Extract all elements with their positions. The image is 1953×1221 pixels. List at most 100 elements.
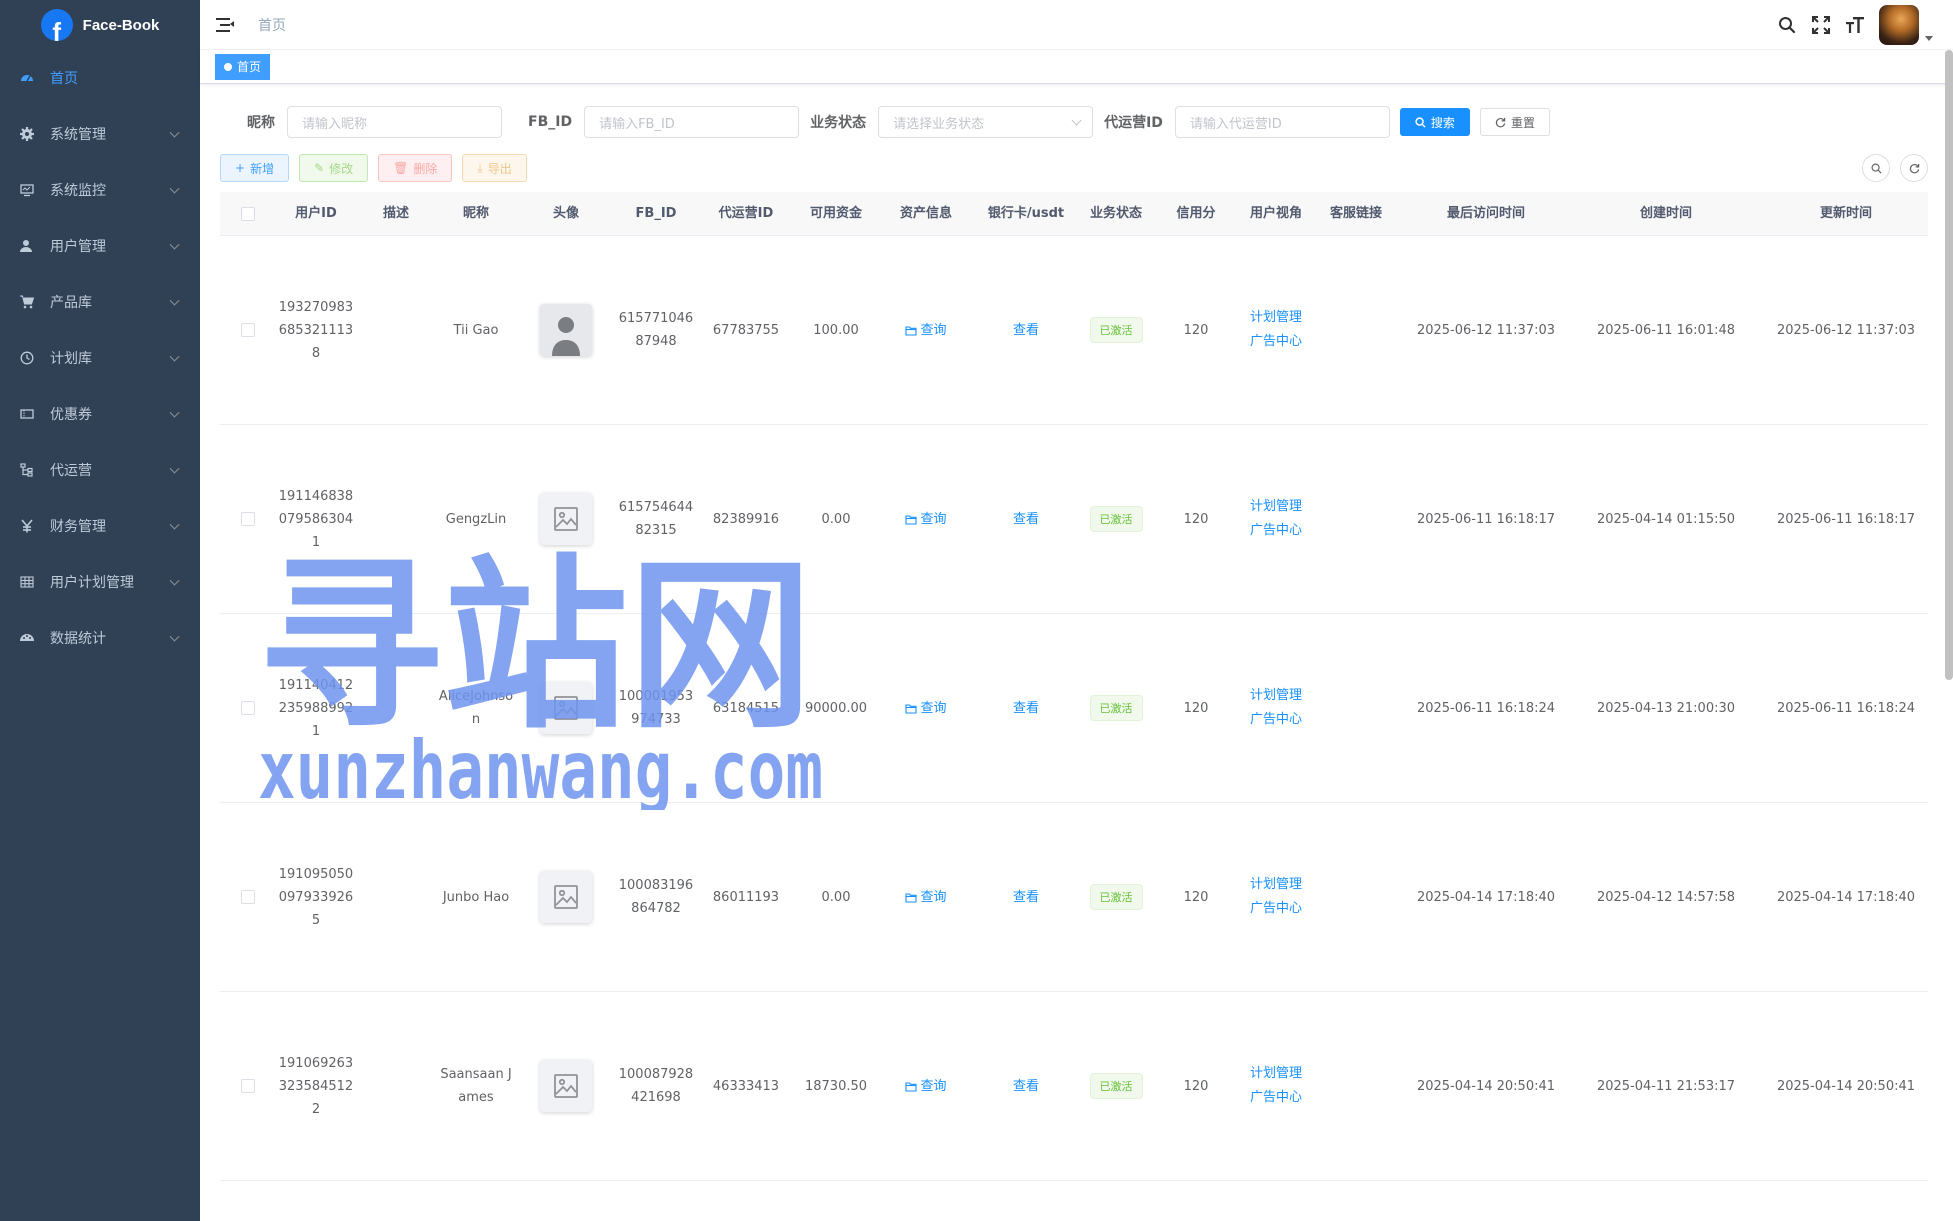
nickname-input[interactable]: 请输入昵称 — [287, 106, 502, 138]
reset-button[interactable]: 重置 — [1479, 108, 1550, 136]
sidebar-item-10[interactable]: 数据统计 — [0, 610, 200, 666]
status-cell: 已激活 — [1076, 695, 1156, 721]
chevron-down-icon — [169, 519, 180, 530]
export-button[interactable]: ⤓ 导出 — [462, 154, 527, 182]
bank-view-link[interactable]: 查看 — [1013, 886, 1039, 909]
asset-query-link[interactable]: 查询 — [905, 1075, 947, 1098]
plan-manage-link[interactable]: 计划管理 — [1250, 495, 1302, 519]
download-icon: ⤓ — [477, 160, 483, 175]
user-avatar-icon[interactable] — [540, 304, 592, 356]
sidebar-item-7[interactable]: 代运营 — [0, 442, 200, 498]
credit-cell: 120 — [1183, 511, 1209, 527]
delete-button[interactable]: 🗑 删除 — [378, 154, 453, 182]
asset-query-link[interactable]: 查询 — [905, 697, 947, 720]
row-select[interactable] — [220, 701, 276, 715]
status-label: 业务状态 — [810, 115, 867, 131]
created-cell: 2025-04-13 21:00:30 — [1596, 700, 1736, 716]
table-row[interactable]: 1911468380795863041 GengzLin 6157546448231… — [220, 425, 1928, 614]
created-cell: 2025-06-11 16:01:48 — [1596, 322, 1736, 338]
row-select[interactable] — [220, 323, 276, 337]
status-cell: 已激活 — [1076, 317, 1156, 343]
add-button[interactable]: + 新增 — [220, 154, 290, 182]
ad-center-link[interactable]: 广告中心 — [1250, 1086, 1302, 1110]
sidebar-item-5[interactable]: 计划库 — [0, 330, 200, 386]
column-header: 资产信息 — [899, 206, 952, 221]
app-logo[interactable]: f Face-Book — [0, 0, 200, 50]
last-visit-cell: 2025-04-14 20:50:41 — [1416, 1078, 1556, 1094]
user-avatar-dropdown[interactable] — [1879, 5, 1933, 45]
ad-center-link[interactable]: 广告中心 — [1250, 897, 1302, 921]
fund-cell: 18730.50 — [804, 1078, 868, 1094]
plan-manage-link[interactable]: 计划管理 — [1250, 306, 1302, 330]
sidebar-item-label: 用户管理 — [50, 239, 106, 255]
refresh-button[interactable] — [1900, 154, 1928, 182]
sidebar-item-3[interactable]: 用户管理 — [0, 218, 200, 274]
fund-cell: 100.00 — [813, 322, 859, 338]
yen-icon — [20, 519, 34, 533]
checkbox[interactable] — [241, 206, 255, 221]
asset-query-link[interactable]: 查询 — [905, 886, 947, 909]
checkbox[interactable] — [241, 1079, 255, 1093]
checkbox[interactable] — [241, 701, 255, 715]
bank-view-link[interactable]: 查看 — [1013, 508, 1039, 531]
bank-cell: 查看 — [976, 1075, 1076, 1098]
sidebar-item-8[interactable]: 财务管理 — [0, 498, 200, 554]
asset-cell: 查询 — [876, 319, 976, 342]
ad-center-link[interactable]: 广告中心 — [1250, 519, 1302, 543]
plan-manage-link[interactable]: 计划管理 — [1250, 684, 1302, 708]
row-select[interactable] — [220, 890, 276, 904]
row-select[interactable] — [220, 512, 276, 526]
sidebar-item-0[interactable]: 首页 — [0, 50, 200, 106]
checkbox[interactable] — [241, 512, 255, 526]
sidebar-item-1[interactable]: 系统管理 — [0, 106, 200, 162]
breadcrumb[interactable]: 首页 — [258, 15, 286, 35]
fbid-input[interactable]: 请输入FB_ID — [584, 106, 800, 138]
table-row[interactable]: 1910950500979339265 Junbo Hao 100083196864… — [220, 803, 1928, 992]
plan-manage-link[interactable]: 计划管理 — [1250, 873, 1302, 897]
ad-center-link[interactable]: 广告中心 — [1250, 330, 1302, 354]
bank-view-link[interactable]: 查看 — [1013, 697, 1039, 720]
image-placeholder-icon[interactable] — [540, 493, 592, 545]
edit-button[interactable]: ✎ 修改 — [299, 154, 369, 182]
user-id-cell: 1911468380795863041 — [278, 488, 354, 550]
fullscreen-icon[interactable] — [1811, 15, 1831, 35]
search-icon[interactable] — [1777, 15, 1797, 35]
header-select-all[interactable] — [220, 206, 276, 221]
search-button[interactable]: 搜索 — [1399, 108, 1470, 136]
hamburger-toggle-icon[interactable] — [216, 17, 234, 33]
credit-cell: 120 — [1183, 889, 1209, 905]
asset-query-link[interactable]: 查询 — [905, 508, 947, 531]
checkbox[interactable] — [241, 323, 255, 337]
agent-id-input[interactable]: 请输入代运营ID — [1174, 106, 1390, 138]
table-row[interactable]: 1932709836853211138 Tii Gao 61577104687948… — [220, 236, 1928, 425]
row-select[interactable] — [220, 1079, 276, 1093]
monitor-icon — [20, 183, 34, 197]
ad-center-link[interactable]: 广告中心 — [1250, 708, 1302, 732]
column-header: 用户ID — [295, 206, 337, 221]
avatar[interactable] — [1879, 5, 1919, 45]
chevron-down-icon — [169, 463, 180, 474]
navbar: 首页 — [200, 0, 1953, 50]
agent-id-cell: 46333413 — [712, 1078, 780, 1094]
sidebar-item-6[interactable]: 优惠券 — [0, 386, 200, 442]
toggle-search-button[interactable] — [1862, 154, 1890, 182]
image-placeholder-icon[interactable] — [540, 871, 592, 923]
vertical-scrollbar[interactable] — [1945, 50, 1953, 680]
sidebar-item-4[interactable]: 产品库 — [0, 274, 200, 330]
sidebar-item-2[interactable]: 系统监控 — [0, 162, 200, 218]
image-placeholder-icon[interactable] — [540, 682, 592, 734]
bank-view-link[interactable]: 查看 — [1013, 319, 1039, 342]
column-header: 描述 — [382, 206, 409, 221]
image-placeholder-icon[interactable] — [540, 1060, 592, 1112]
tag-home[interactable]: 首页 — [215, 53, 271, 80]
font-size-icon[interactable] — [1845, 15, 1865, 35]
checkbox[interactable] — [241, 890, 255, 904]
plan-manage-link[interactable]: 计划管理 — [1250, 1062, 1302, 1086]
chevron-down-icon — [169, 575, 180, 586]
table-row[interactable]: 1910692633235845122 Saansaan James 1000879… — [220, 992, 1928, 1181]
asset-query-link[interactable]: 查询 — [905, 319, 947, 342]
table-row[interactable]: 1911404122359889921 AliceJohnson 100001953… — [220, 614, 1928, 803]
bank-view-link[interactable]: 查看 — [1013, 1075, 1039, 1098]
status-select[interactable]: 请选择业务状态 — [878, 106, 1094, 138]
sidebar-item-9[interactable]: 用户计划管理 — [0, 554, 200, 610]
